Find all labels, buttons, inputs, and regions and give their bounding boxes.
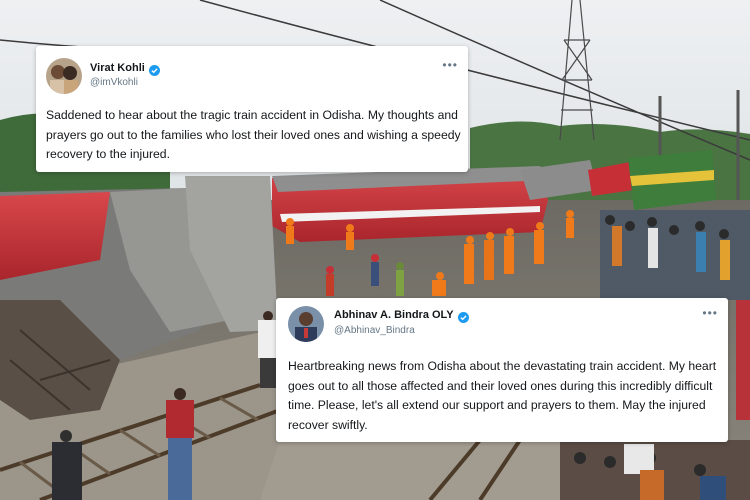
more-options-icon[interactable]: ••• [442, 58, 458, 72]
more-options-icon[interactable]: ••• [702, 306, 718, 320]
name-row: Abhinav A. Bindra OLY [334, 309, 469, 323]
person-right-edge [736, 300, 750, 420]
ballast-bottom [260, 440, 600, 500]
tweet-card-abhinav-bindra[interactable]: Abhinav A. Bindra OLY @Abhinav_Bindra ••… [276, 298, 728, 442]
crowd-bottom-right [560, 440, 750, 500]
name-row: Virat Kohli [90, 62, 160, 76]
tweet-card-virat-kohli[interactable]: Virat Kohli @imVkohli ••• Saddened to he… [36, 46, 468, 172]
verified-badge-icon [457, 310, 469, 323]
tweet-text: Saddened to hear about the tragic train … [46, 108, 461, 161]
avatar[interactable] [46, 58, 82, 94]
person-red-shirt [166, 388, 194, 500]
user-handle[interactable]: @Abhinav_Bindra [334, 325, 415, 336]
user-handle[interactable]: @imVkohli [90, 77, 138, 88]
display-name[interactable]: Virat Kohli [90, 62, 145, 74]
person-white-shirt [258, 311, 278, 388]
display-name[interactable]: Abhinav A. Bindra OLY [334, 309, 454, 321]
tweet-text: Heartbreaking news from Odisha about the… [288, 359, 717, 432]
crowd-right [600, 210, 750, 300]
avatar[interactable] [288, 306, 324, 342]
verified-badge-icon [148, 63, 160, 76]
